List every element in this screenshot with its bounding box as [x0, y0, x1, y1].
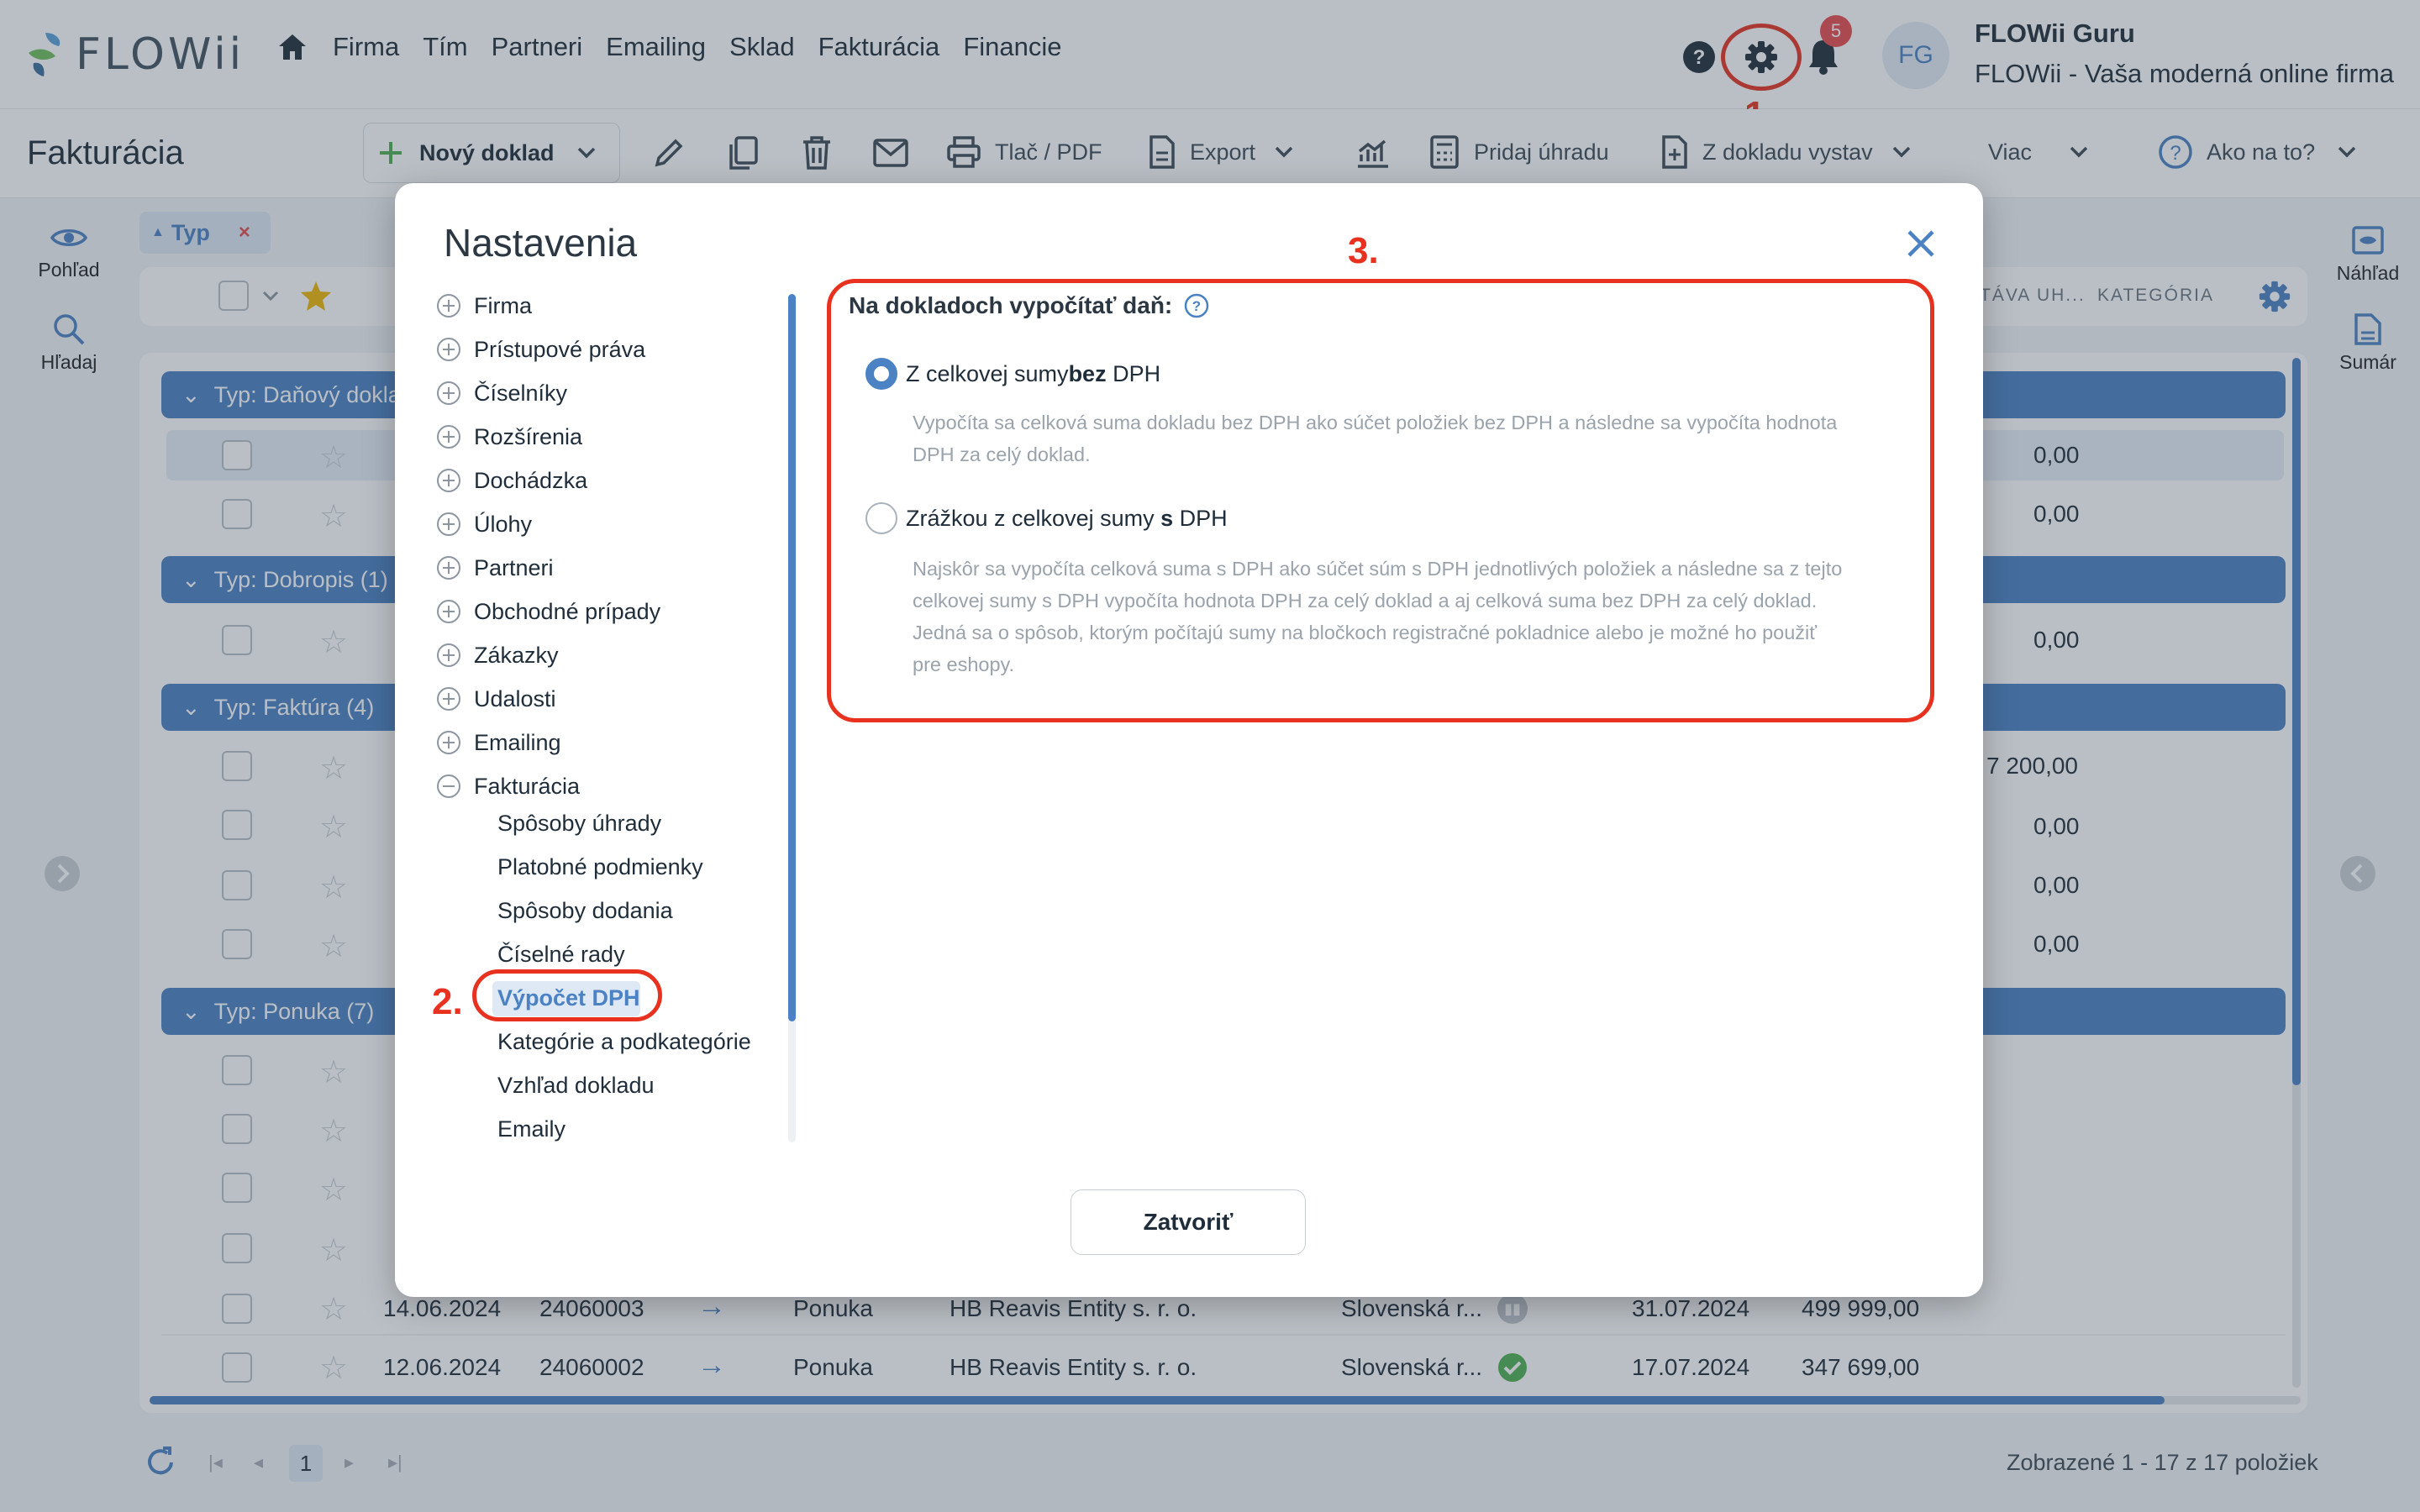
tree-label: Číselníky: [474, 380, 568, 406]
tree-item-access-rights[interactable]: Prístupové práva: [437, 333, 645, 366]
tree-item-extensions[interactable]: Rozšírenia: [437, 420, 582, 454]
tree-item-events[interactable]: Udalosti: [437, 682, 556, 716]
tree-label: Prístupové práva: [474, 336, 646, 362]
tree-label: Fakturácia: [474, 773, 581, 799]
svg-text:?: ?: [1192, 298, 1201, 314]
annotation-step-2: 2.: [432, 981, 463, 1022]
tree-label: Úlohy: [474, 511, 533, 537]
expand-plus-icon: [437, 731, 460, 754]
expand-plus-icon: [437, 687, 460, 711]
tree-scroll-thumb[interactable]: [788, 294, 796, 1021]
radio-with-vat[interactable]: [865, 502, 897, 534]
expand-plus-icon: [437, 381, 460, 405]
option-label-post: DPH: [1173, 505, 1228, 531]
annotation-step-3: 3.: [1348, 230, 1379, 271]
tree-label: Zákazky: [474, 642, 559, 668]
tree-sub-payment-methods[interactable]: Spôsoby úhrady: [497, 806, 661, 840]
tree-item-attendance[interactable]: Dochádzka: [437, 464, 587, 497]
desc-line: Najskôr sa vypočíta celková suma s DPH a…: [913, 558, 1843, 580]
option-label-bold: bez: [1068, 360, 1107, 386]
tree-item-orders[interactable]: Zákazky: [437, 638, 559, 672]
tree-sub-emails[interactable]: Emaily: [497, 1112, 566, 1146]
section-title-text: Na dokladoch vypočítať daň:: [849, 292, 1173, 318]
option-with-vat-description: Najskôr sa vypočíta celková suma s DPH a…: [913, 553, 1842, 680]
tree-sub-delivery-methods[interactable]: Spôsoby dodania: [497, 894, 673, 927]
expand-plus-icon: [437, 643, 460, 667]
collapse-minus-icon: [437, 774, 460, 798]
tree-sub-payment-terms[interactable]: Platobné podmienky: [497, 850, 703, 884]
expand-plus-icon: [437, 469, 460, 492]
expand-plus-icon: [437, 425, 460, 449]
option-label-pre: Z celkovej sumy: [906, 360, 1069, 386]
annotation-circle-vat: [472, 969, 662, 1021]
tree-label: Dochádzka: [474, 467, 588, 493]
tree-sub-number-series[interactable]: Číselné rady: [497, 937, 625, 971]
desc-line: celkovej sumy s DPH vypočíta hodnota DPH…: [913, 590, 1818, 612]
tree-label: Emailing: [474, 729, 561, 755]
close-x-icon[interactable]: [1906, 228, 1936, 259]
tree-label: Rozšírenia: [474, 423, 583, 449]
option-label-bold: s: [1160, 505, 1174, 531]
desc-line: Jedná sa o spôsob, ktorým počítajú sumy …: [913, 622, 1818, 643]
expand-plus-icon: [437, 294, 460, 318]
tree-item-tasks[interactable]: Úlohy: [437, 507, 532, 541]
expand-plus-icon: [437, 338, 460, 361]
desc-line: Vypočíta sa celková suma dokladu bez DPH…: [913, 412, 1838, 433]
modal-title: Nastavenia: [444, 221, 638, 265]
expand-plus-icon: [437, 512, 460, 536]
tree-item-firma[interactable]: Firma: [437, 289, 532, 323]
option-label-pre: Zrážkou z celkovej sumy: [906, 505, 1161, 531]
expand-plus-icon: [437, 600, 460, 623]
tree-item-invoicing[interactable]: Fakturácia: [437, 769, 580, 803]
option-without-vat-description: Vypočíta sa celková suma dokladu bez DPH…: [913, 407, 1837, 470]
tree-label: Obchodné prípady: [474, 598, 661, 624]
close-button[interactable]: Zatvoriť: [1071, 1189, 1306, 1255]
tree-item-codebooks[interactable]: Číselníky: [437, 376, 567, 410]
tree-sub-document-look[interactable]: Vzhľad dokladu: [497, 1068, 655, 1102]
info-question-icon[interactable]: ?: [1184, 293, 1209, 318]
radio-without-vat[interactable]: [865, 358, 897, 390]
option-with-vat[interactable]: Zrážkou z celkovej sumy s DPH: [865, 502, 1228, 534]
section-title: Na dokladoch vypočítať daň: ?: [849, 292, 1209, 319]
tree-item-emailing[interactable]: Emailing: [437, 726, 561, 759]
tree-label: Partneri: [474, 554, 554, 580]
tree-sub-categories[interactable]: Kategórie a podkategórie: [497, 1025, 751, 1058]
tree-label: Udalosti: [474, 685, 556, 711]
desc-line: pre eshopy.: [913, 654, 1015, 675]
option-label-post: DPH: [1106, 360, 1161, 386]
option-without-vat[interactable]: Z celkovej sumy bez DPH: [865, 358, 1160, 390]
tree-label: Firma: [474, 292, 532, 318]
expand-plus-icon: [437, 556, 460, 580]
desc-line: DPH za celý doklad.: [913, 444, 1091, 465]
tree-item-deals[interactable]: Obchodné prípady: [437, 595, 660, 628]
tree-item-partners[interactable]: Partneri: [437, 551, 554, 585]
